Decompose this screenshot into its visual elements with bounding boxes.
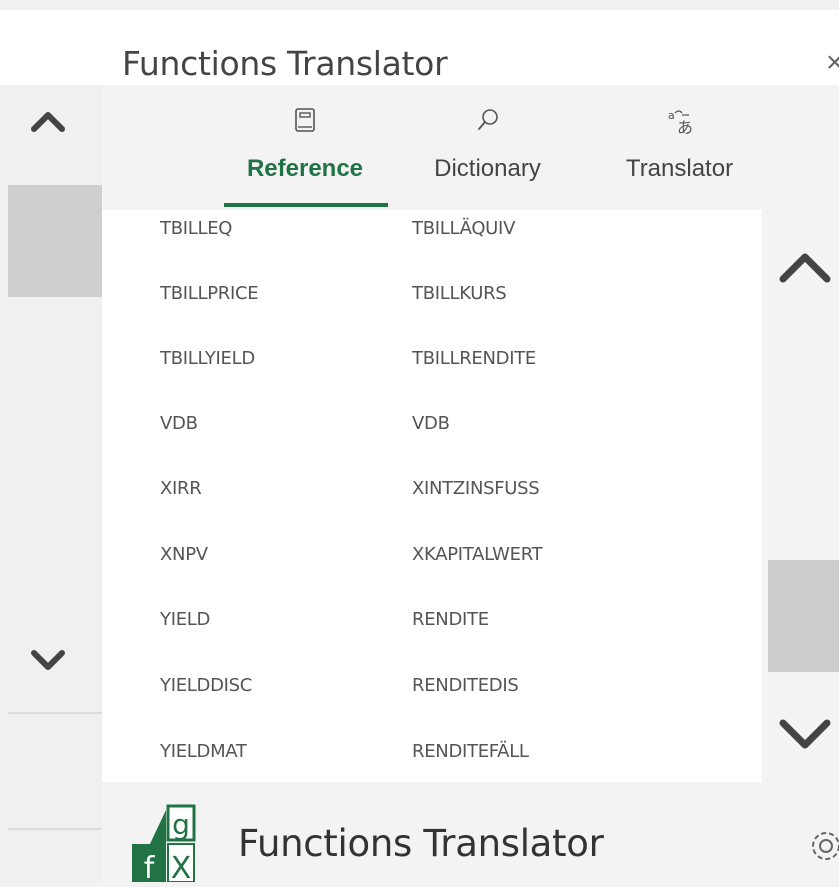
title-bar: Functions Translator × [0,0,839,85]
book-icon [294,107,316,138]
translate-icon: a あ [667,107,693,142]
divider [8,712,102,714]
scroll-up-icon[interactable] [775,245,839,285]
search-icon [476,107,500,138]
german-function: RENDITEDIS [412,675,519,696]
close-button[interactable]: × [826,46,839,80]
svg-text:a: a [668,109,675,122]
list-item[interactable]: YIELDMAT RENDITEFÄLL [102,741,762,782]
tab-dictionary[interactable]: Dictionary [420,85,555,210]
english-function: YIELDDISC [160,675,253,696]
tab-translator[interactable]: a あ Translator [607,85,752,210]
german-function: XKAPITALWERT [412,544,543,565]
list-scrollbar-track[interactable] [762,210,839,782]
list-item[interactable]: TBILLPRICE TBILLKURS [102,283,762,347]
svg-text:X: X [171,851,192,882]
tab-reference[interactable]: Reference [230,85,380,210]
gear-icon[interactable] [806,826,839,866]
active-tab-indicator [224,203,388,207]
german-function: TBILLKURS [412,283,507,304]
english-function: YIELD [160,609,211,630]
footer-title: Functions Translator [238,822,604,865]
svg-text:g: g [172,808,190,841]
english-function: VDB [160,413,198,434]
list-item[interactable]: YIELD RENDITE [102,609,762,673]
english-function: TBILLPRICE [160,283,259,304]
list-scrollbar-thumb[interactable] [768,560,839,672]
list-item[interactable]: YIELDDISC RENDITEDIS [102,675,762,739]
function-list: TBILLEQ TBILLÄQUIV TBILLPRICE TBILLKURS … [102,210,762,782]
left-scroll-down-icon[interactable] [28,645,68,675]
tab-bar: Reference Dictionary a あ Translator [102,85,839,210]
pane-title: Functions Translator [122,44,448,83]
english-function: YIELDMAT [160,741,247,762]
divider [8,828,102,830]
svg-text:あ: あ [677,118,693,137]
english-function: XIRR [160,478,202,499]
left-scroll-up-icon[interactable] [28,105,68,135]
tab-label: Translator [625,155,734,182]
english-function: TBILLEQ [160,218,233,239]
tab-label: Dictionary [434,155,541,182]
svg-text:f: f [144,851,156,882]
german-function: RENDITE [412,609,489,630]
list-item[interactable]: XNPV XKAPITALWERT [102,544,762,608]
german-function: RENDITEFÄLL [412,741,529,762]
list-item[interactable]: VDB VDB [102,413,762,477]
german-function: TBILLRENDITE [412,348,536,369]
tab-label: Reference [246,155,364,182]
app-logo: g f X [132,804,196,886]
list-item[interactable]: XIRR XINTZINSFUSS [102,478,762,542]
german-function: TBILLÄQUIV [412,218,516,239]
list-item[interactable]: TBILLEQ TBILLÄQUIV [102,218,762,282]
german-function: VDB [412,413,450,434]
list-item[interactable]: TBILLYIELD TBILLRENDITE [102,348,762,412]
german-function: XINTZINSFUSS [412,478,540,499]
scroll-down-icon[interactable] [775,715,839,755]
english-function: TBILLYIELD [160,348,255,369]
english-function: XNPV [160,544,208,565]
left-scrollbar-thumb[interactable] [8,185,102,297]
